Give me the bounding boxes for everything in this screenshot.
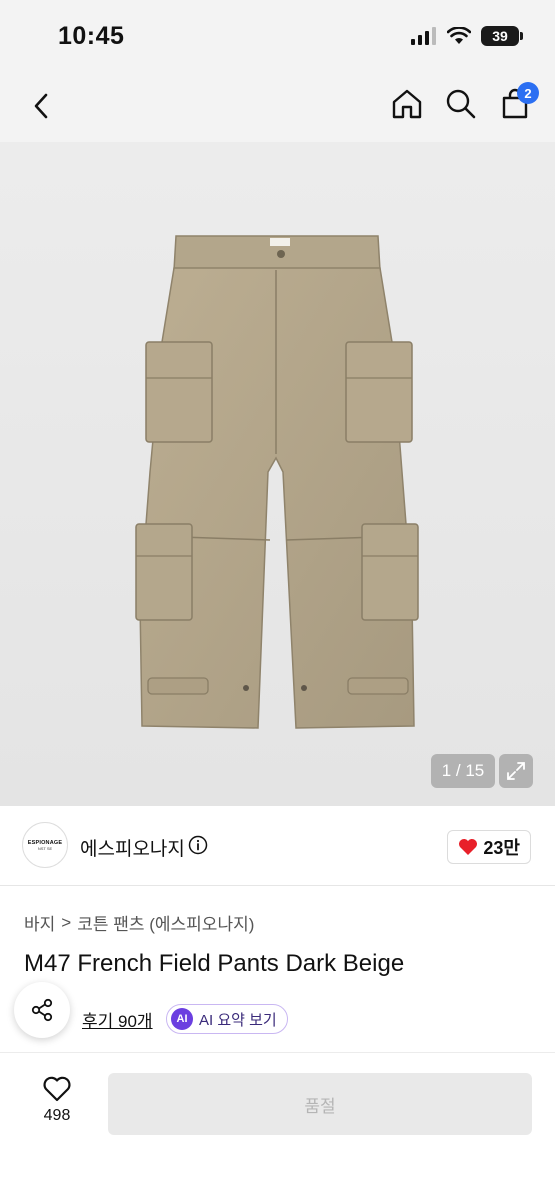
- product-image[interactable]: 1 / 15: [0, 142, 555, 806]
- ai-summary-label: AI 요약 보기: [199, 1011, 277, 1029]
- wishlist-count: 498: [43, 1107, 71, 1124]
- cart-count-badge: 2: [517, 82, 539, 104]
- brand-like-button[interactable]: 23만: [447, 830, 531, 864]
- expand-icon: [507, 762, 525, 780]
- breadcrumb: 바지 > 코튼 팬츠 (에스피오나지): [24, 910, 254, 935]
- breadcrumb-subcategory[interactable]: 코튼 팬츠 (에스피오나지): [77, 910, 254, 935]
- cargo-pants-image: [135, 235, 419, 729]
- signal-icon: [411, 27, 436, 45]
- breadcrumb-category[interactable]: 바지: [24, 910, 55, 935]
- search-icon[interactable]: [443, 86, 479, 122]
- heart-filled-icon: [459, 839, 478, 855]
- status-bar: 10:45 39: [0, 0, 555, 72]
- soldout-button: 품절: [108, 1073, 532, 1135]
- nav-actions: 2: [389, 82, 539, 122]
- review-count-link[interactable]: 후기 90개: [82, 1007, 153, 1032]
- brand-row: ESPIONAGE NST SE 에스피오나지 23만: [0, 806, 555, 886]
- brand-name[interactable]: 에스피오나지: [80, 834, 185, 861]
- brand-logo-line2: NST SE: [37, 845, 53, 851]
- nav-bar: 2: [0, 72, 555, 142]
- back-icon[interactable]: [26, 90, 58, 122]
- product-title: M47 French Field Pants Dark Beige: [24, 950, 405, 977]
- bottom-action-bar: 498 품절: [0, 1052, 555, 1200]
- wishlist-button[interactable]: 498: [30, 1075, 84, 1125]
- share-icon: [31, 998, 53, 1022]
- breadcrumb-separator: >: [61, 912, 72, 932]
- ai-badge-icon: AI: [171, 1008, 193, 1030]
- brand-logo[interactable]: ESPIONAGE NST SE: [22, 822, 68, 868]
- image-counter: 1 / 15: [431, 754, 495, 788]
- home-icon[interactable]: [389, 86, 425, 122]
- wifi-icon: [447, 27, 471, 44]
- battery-icon: 39: [481, 26, 523, 46]
- info-icon[interactable]: [188, 835, 208, 855]
- battery-level: 39: [492, 28, 508, 44]
- heart-outline-icon: [43, 1076, 71, 1102]
- ai-summary-button[interactable]: AI AI 요약 보기: [166, 1004, 288, 1034]
- share-button[interactable]: [14, 982, 70, 1038]
- brand-like-count: 23만: [483, 838, 520, 858]
- expand-button[interactable]: [499, 754, 533, 788]
- status-icons: 39: [411, 26, 523, 46]
- cart-button[interactable]: 2: [497, 82, 539, 122]
- status-time: 10:45: [58, 22, 125, 50]
